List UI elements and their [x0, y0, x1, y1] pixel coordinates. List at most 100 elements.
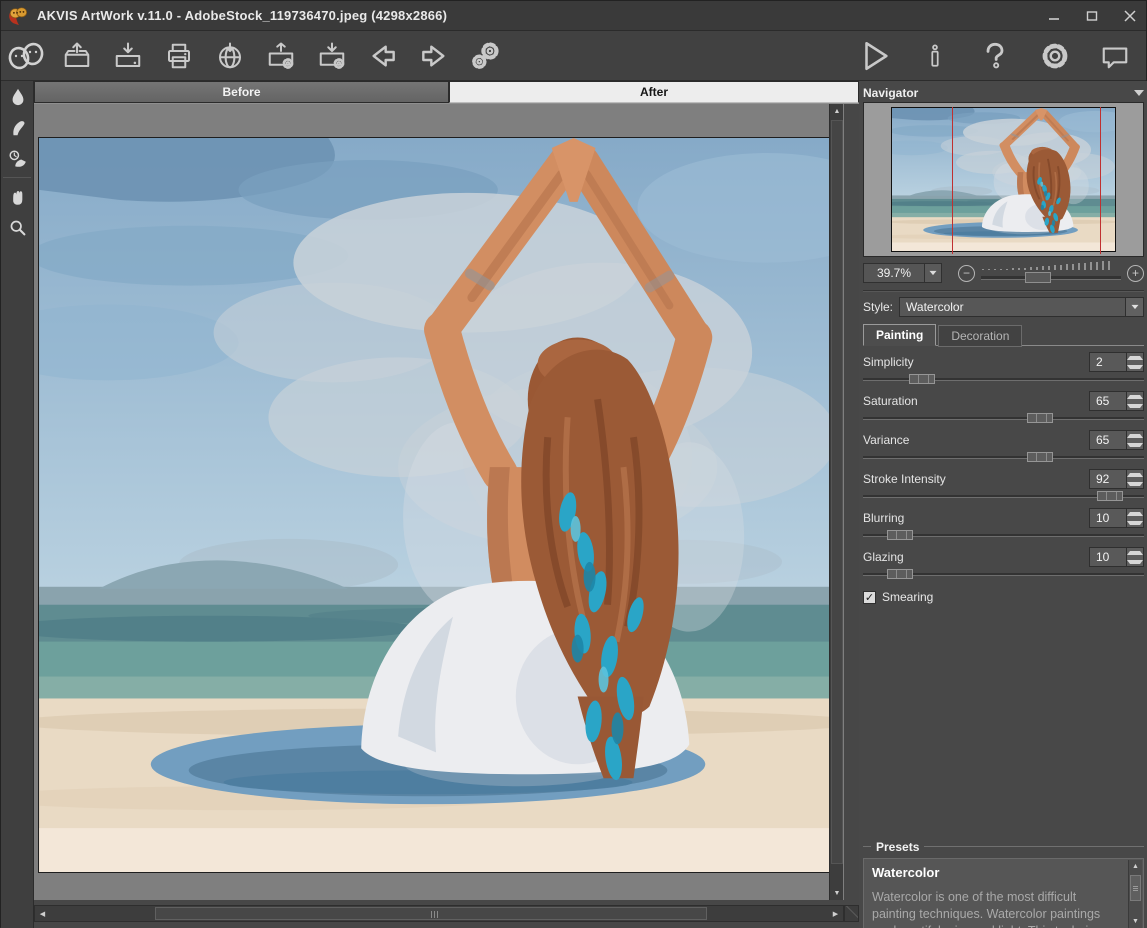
canvas-vertical-scrollbar[interactable]: ▲ ▼ — [829, 104, 843, 900]
scroll-up-icon[interactable]: ▲ — [830, 104, 844, 118]
close-button[interactable] — [1122, 8, 1138, 24]
tab-decoration[interactable]: Decoration — [938, 325, 1022, 347]
tab-painting[interactable]: Painting — [863, 324, 936, 346]
smearing-label: Smearing — [882, 590, 933, 604]
save-image-icon[interactable] — [107, 35, 149, 77]
slider-label: Glazing — [863, 550, 1089, 564]
slider-thumb[interactable] — [887, 569, 913, 579]
info-icon[interactable] — [914, 35, 956, 77]
artwork-image — [38, 137, 839, 873]
canvas-horizontal-scrollbar[interactable]: ◀ ▶ — [34, 905, 844, 922]
preferences-gear-icon[interactable] — [1034, 35, 1076, 77]
batch-processing-icon[interactable] — [464, 35, 506, 77]
spinner-buttons[interactable] — [1127, 430, 1144, 450]
scroll-down-icon[interactable]: ▼ — [830, 886, 844, 900]
viewport-frame-left[interactable] — [952, 107, 953, 254]
slider-value-input[interactable]: 65 — [1089, 430, 1127, 450]
scroll-right-icon[interactable]: ▶ — [828, 906, 843, 921]
tab-after[interactable]: After — [449, 81, 859, 103]
smudge-tool-icon[interactable] — [1, 112, 34, 143]
slider-track[interactable] — [863, 569, 1144, 580]
spinner-buttons[interactable] — [1127, 508, 1144, 528]
viewport-frame-right[interactable] — [1100, 107, 1101, 254]
slider-track[interactable] — [863, 413, 1144, 424]
app-window: AKVIS ArtWork v.11.0 - AdobeStock_119736… — [0, 0, 1147, 927]
slider-value-input[interactable]: 10 — [1089, 508, 1127, 528]
slider-label: Simplicity — [863, 355, 1089, 369]
slider-thumb[interactable] — [1097, 491, 1123, 501]
style-dropdown-icon[interactable] — [1125, 298, 1143, 316]
canvas-column: Before After ▲ ▼ ◀ ▶ — [34, 81, 859, 928]
zoom-out-button[interactable]: − — [958, 265, 975, 282]
slider-thumb[interactable] — [887, 530, 913, 540]
hints-title: Watercolor — [872, 865, 1121, 880]
slider-stroke-intensity: Stroke Intensity 92 — [863, 469, 1144, 502]
slider-track[interactable] — [863, 491, 1144, 502]
hints-scroll-thumb[interactable] — [1130, 875, 1141, 901]
navigator-collapse-icon[interactable] — [1134, 90, 1144, 96]
title-bar: AKVIS ArtWork v.11.0 - AdobeStock_119736… — [1, 1, 1146, 31]
slider-label: Stroke Intensity — [863, 472, 1089, 486]
image-viewport[interactable]: ▲ ▼ — [34, 104, 844, 900]
slider-thumb[interactable] — [1027, 452, 1053, 462]
print-icon[interactable] — [158, 35, 200, 77]
zoom-tool-icon[interactable] — [1, 212, 34, 243]
zoom-slider[interactable] — [981, 261, 1121, 285]
navigator-thumbnail[interactable] — [891, 107, 1116, 252]
tab-before[interactable]: Before — [34, 81, 449, 103]
help-icon[interactable] — [974, 35, 1016, 77]
slider-track[interactable] — [863, 530, 1144, 541]
slider-value-input[interactable]: 10 — [1089, 547, 1127, 567]
undo-icon[interactable] — [362, 35, 404, 77]
slider-label: Saturation — [863, 394, 1089, 408]
run-processing-icon[interactable] — [854, 35, 896, 77]
spinner-buttons[interactable] — [1127, 547, 1144, 567]
scroll-up-icon[interactable]: ▲ — [1129, 860, 1142, 873]
hints-scrollbar[interactable]: ▲ ▼ — [1128, 860, 1142, 928]
zoom-slider-thumb[interactable] — [1025, 272, 1051, 283]
blur-tool-icon[interactable] — [1, 81, 34, 112]
smearing-checkbox[interactable] — [863, 591, 876, 604]
slider-saturation: Saturation 65 — [863, 391, 1144, 424]
zoom-dropdown-icon[interactable] — [925, 263, 942, 283]
style-label: Style: — [863, 300, 893, 314]
share-web-icon[interactable] — [209, 35, 251, 77]
vertical-scroll-thumb[interactable] — [831, 120, 843, 864]
hints-body: Watercolor is one of the most difficult … — [872, 889, 1121, 928]
open-image-icon[interactable] — [56, 35, 98, 77]
slider-variance: Variance 65 — [863, 430, 1144, 463]
slider-track[interactable] — [863, 452, 1144, 463]
slider-thumb[interactable] — [1027, 413, 1053, 423]
slider-value-input[interactable]: 2 — [1089, 352, 1127, 372]
zoom-in-button[interactable]: + — [1127, 265, 1144, 282]
redo-icon[interactable] — [413, 35, 455, 77]
slider-value-input[interactable]: 65 — [1089, 391, 1127, 411]
spinner-buttons[interactable] — [1127, 352, 1144, 372]
minimize-button[interactable] — [1046, 8, 1062, 24]
spinner-buttons[interactable] — [1127, 469, 1144, 489]
history-brush-tool-icon[interactable] — [1, 143, 34, 174]
tools-separator — [3, 177, 31, 178]
slider-thumb[interactable] — [909, 374, 935, 384]
spinner-buttons[interactable] — [1127, 391, 1144, 411]
main-toolbar — [1, 31, 1146, 81]
presets-border — [863, 846, 871, 848]
feedback-bubble-icon[interactable] — [1094, 35, 1136, 77]
hints-panel: Watercolor Watercolor is one of the most… — [863, 858, 1144, 928]
slider-value-input[interactable]: 92 — [1089, 469, 1127, 489]
navigator-thumbnail-box — [863, 102, 1144, 257]
slider-track[interactable] — [863, 374, 1144, 385]
style-value: Watercolor — [900, 300, 964, 314]
export-presets-icon[interactable] — [311, 35, 353, 77]
scroll-left-icon[interactable]: ◀ — [35, 906, 50, 921]
maximize-button[interactable] — [1084, 8, 1100, 24]
zoom-value-box[interactable]: 39.7% — [863, 263, 925, 283]
akvis-masks-logo-icon[interactable] — [5, 35, 47, 77]
scroll-down-icon[interactable]: ▼ — [1129, 915, 1142, 928]
import-presets-icon[interactable] — [260, 35, 302, 77]
scrollbar-corner — [844, 905, 859, 922]
hand-tool-icon[interactable] — [1, 181, 34, 212]
style-dropdown[interactable]: Watercolor — [899, 297, 1144, 317]
horizontal-scroll-thumb[interactable] — [155, 907, 707, 920]
slider-label: Blurring — [863, 511, 1089, 525]
